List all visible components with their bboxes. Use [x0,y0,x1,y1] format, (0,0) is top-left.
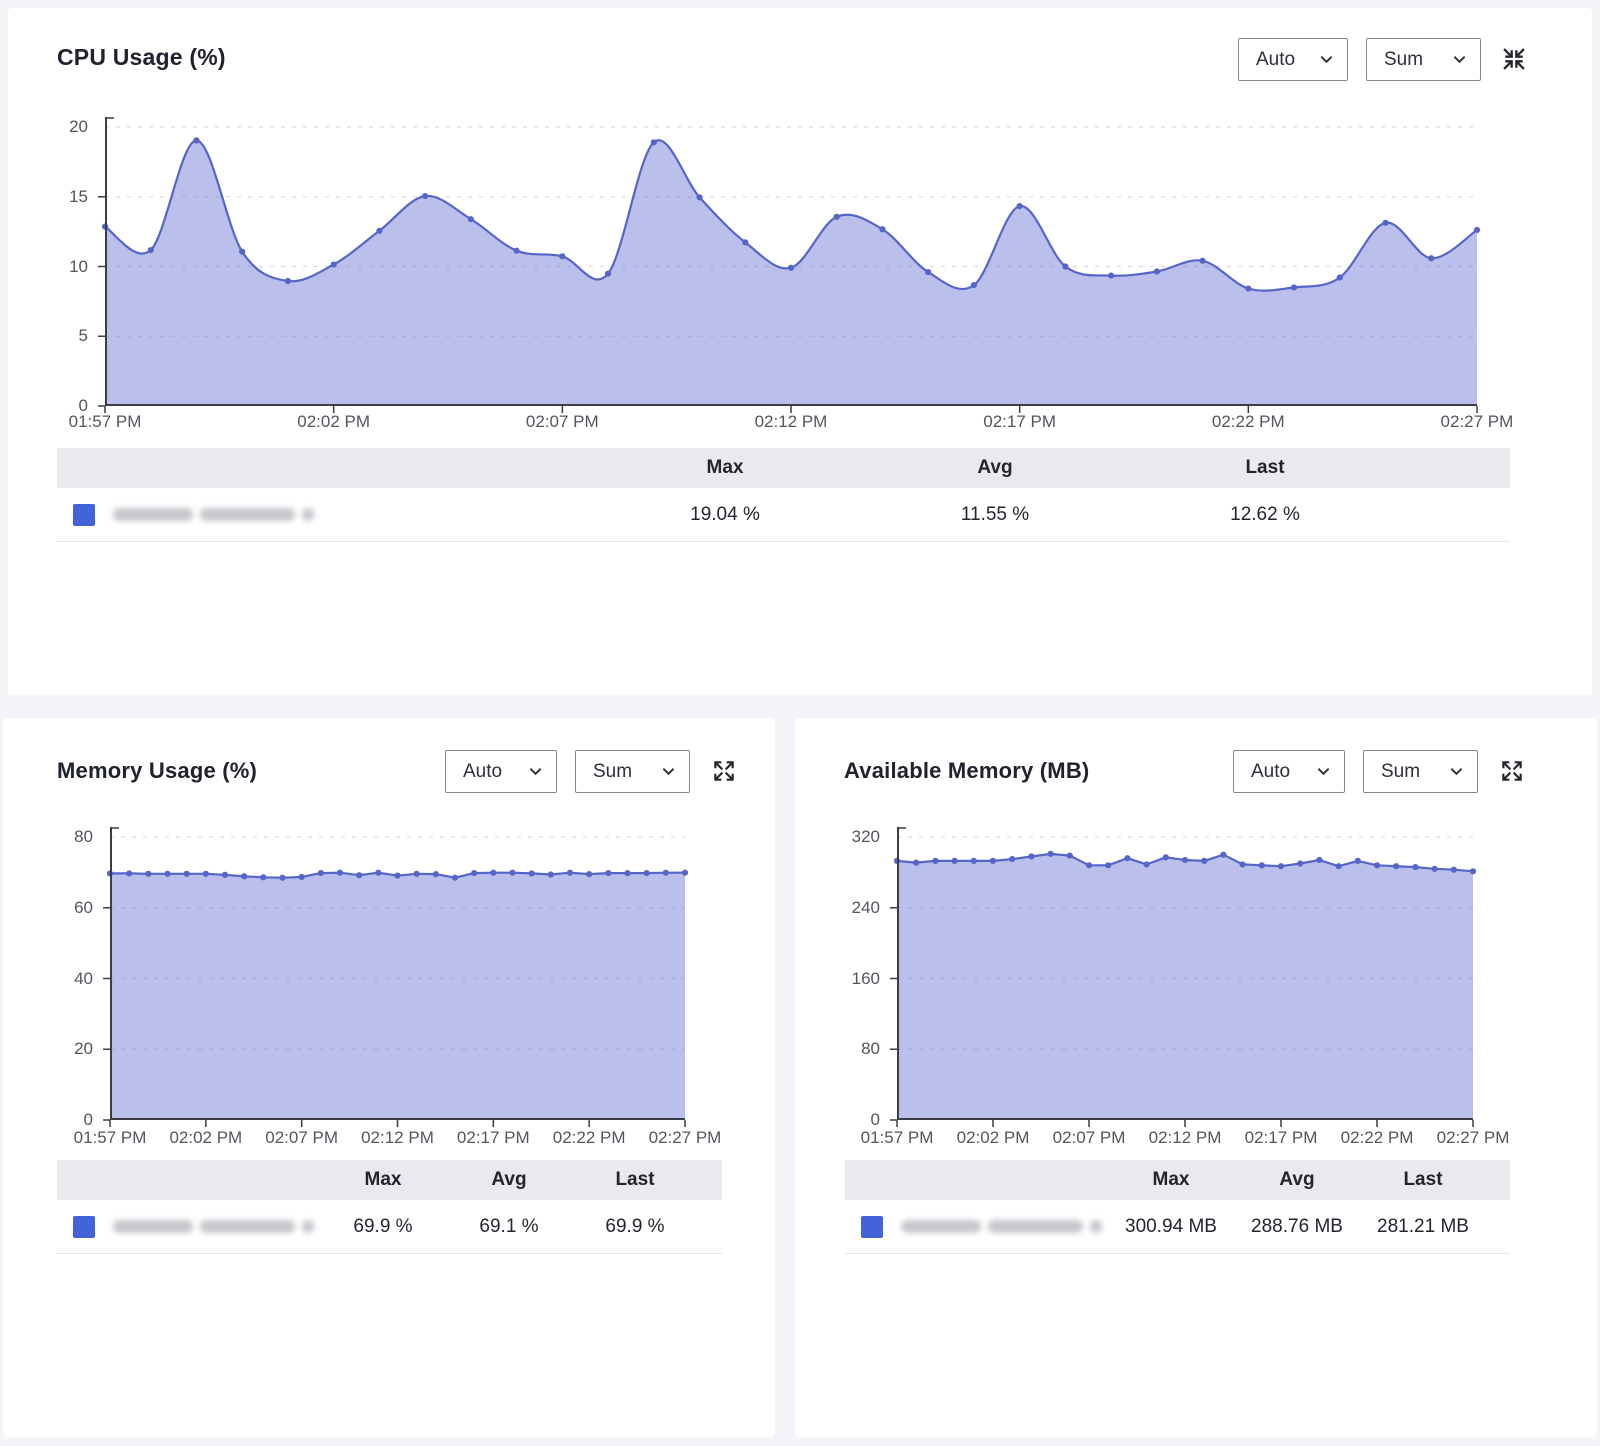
y-axis-labels: 020406080 [51,837,103,1120]
x-axis-labels: 01:57 PM02:02 PM02:07 PM02:12 PM02:17 PM… [856,1128,1514,1148]
series-row[interactable]: 300.94 MB 288.76 MB 281.21 MB [845,1200,1510,1254]
interval-select-value: Auto [1256,49,1295,71]
series-color-swatch [73,1216,95,1238]
y-axis-labels: 080160240320 [831,837,890,1120]
aggregation-select-value: Sum [593,761,632,783]
cpu-usage-area-chart[interactable] [105,127,1477,406]
legend-header-max: Max [320,1169,446,1191]
expand-icon [1499,758,1525,784]
chevron-down-icon [1449,764,1464,779]
chevron-down-icon [661,764,676,779]
series-color-swatch [73,504,95,526]
series-name-blurred [113,508,314,521]
series-last-value: 281.21 MB [1360,1216,1486,1238]
y-axis-labels: 05101520 [46,127,98,406]
collapse-button[interactable] [1500,45,1528,73]
series-avg-value: 11.55 % [860,504,1130,526]
expand-button[interactable] [1498,758,1526,786]
chevron-down-icon [528,764,543,779]
series-avg-value: 288.76 MB [1234,1216,1360,1238]
legend-header-avg: Avg [860,457,1130,479]
aggregation-select-value: Sum [1381,761,1420,783]
x-axis-labels: 01:57 PM02:02 PM02:07 PM02:12 PM02:17 PM… [64,412,1518,432]
series-name-blurred [113,1220,314,1233]
aggregation-select-value: Sum [1384,49,1423,71]
available-memory-area-chart[interactable] [897,837,1473,1120]
memory-usage-area-chart[interactable] [110,837,685,1120]
series-color-swatch [861,1216,883,1238]
series-last-value: 69.9 % [572,1216,698,1238]
interval-select[interactable]: Auto [1238,38,1348,81]
interval-select-value: Auto [463,761,502,783]
expand-icon [711,758,737,784]
legend-table: Max Avg Last 300.94 MB 288.76 MB 281.21 … [845,1160,1510,1254]
aggregation-select[interactable]: Sum [575,750,690,793]
x-axis-labels: 01:57 PM02:02 PM02:07 PM02:12 PM02:17 PM… [69,1128,726,1148]
legend-header-last: Last [572,1169,698,1191]
interval-select[interactable]: Auto [1233,750,1345,793]
chevron-down-icon [1452,52,1467,67]
legend-table: Max Avg Last 19.04 % 11.55 % 12.62 % [57,448,1510,542]
aggregation-select[interactable]: Sum [1363,750,1478,793]
aggregation-select[interactable]: Sum [1366,38,1481,81]
legend-header-avg: Avg [446,1169,572,1191]
chart-title-memory: Memory Usage (%) [57,758,257,784]
series-max-value: 300.94 MB [1108,1216,1234,1238]
legend-header-row: Max Avg Last [57,448,1510,488]
collapse-icon [1500,45,1528,73]
expand-button[interactable] [710,758,738,786]
legend-header-max: Max [1108,1169,1234,1191]
legend-table: Max Avg Last 69.9 % 69.1 % 69.9 % [57,1160,722,1254]
series-row[interactable]: 69.9 % 69.1 % 69.9 % [57,1200,722,1254]
legend-header-row: Max Avg Last [845,1160,1510,1200]
series-last-value: 12.62 % [1130,504,1400,526]
legend-header-last: Last [1360,1169,1486,1191]
cpu-usage-panel: CPU Usage (%) Auto Sum 05101520 01:57 PM… [8,8,1592,695]
chart-title-available-memory: Available Memory (MB) [844,758,1089,784]
series-row[interactable]: 19.04 % 11.55 % 12.62 % [57,488,1510,542]
legend-header-row: Max Avg Last [57,1160,722,1200]
series-max-value: 19.04 % [590,504,860,526]
series-max-value: 69.9 % [320,1216,446,1238]
legend-header-avg: Avg [1234,1169,1360,1191]
legend-header-last: Last [1130,457,1400,479]
chevron-down-icon [1319,52,1334,67]
memory-usage-panel: Memory Usage (%) Auto Sum 020406080 01:5… [3,718,775,1437]
interval-select[interactable]: Auto [445,750,557,793]
series-avg-value: 69.1 % [446,1216,572,1238]
legend-header-max: Max [590,457,860,479]
available-memory-panel: Available Memory (MB) Auto Sum 080160240… [795,718,1597,1437]
chevron-down-icon [1316,764,1331,779]
series-name-blurred [901,1220,1102,1233]
interval-select-value: Auto [1251,761,1290,783]
chart-title-cpu: CPU Usage (%) [57,44,226,71]
